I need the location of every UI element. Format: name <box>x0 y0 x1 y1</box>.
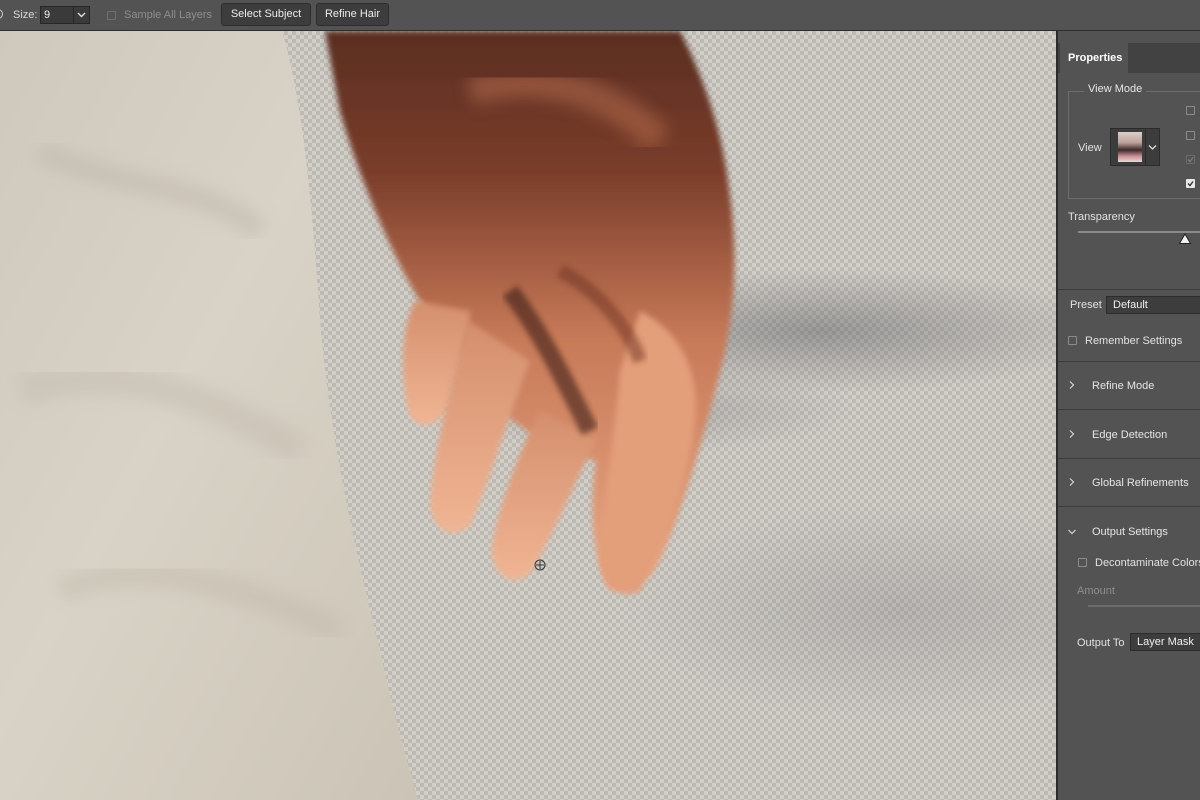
slider-handle-icon[interactable] <box>1178 233 1192 245</box>
view-label: View <box>1078 142 1102 154</box>
section-global-refinements-label: Global Refinements <box>1092 477 1189 489</box>
section-edge-detection-label: Edge Detection <box>1092 429 1168 441</box>
section-global-refinements[interactable]: Global Refinements <box>1058 474 1200 494</box>
divider <box>1058 458 1200 459</box>
view-option-checkbox-1[interactable] <box>1186 106 1195 115</box>
preset-dropdown[interactable]: Default <box>1106 296 1200 314</box>
panel-tab-strip: Properties <box>1058 43 1200 73</box>
chevron-right-icon <box>1069 430 1075 438</box>
options-bar: Size: 9 Sample All Layers Select Subject… <box>0 0 1200 31</box>
finger-3 <box>491 411 596 581</box>
view-mode-title: View Mode <box>1084 83 1147 95</box>
refine-hair-button[interactable]: Refine Hair <box>316 3 389 26</box>
crosshair-cursor-icon <box>534 559 546 571</box>
output-to-label: Output To <box>1077 637 1125 649</box>
section-output-settings-label: Output Settings <box>1092 526 1168 538</box>
chevron-down-icon[interactable] <box>1145 129 1159 165</box>
view-preview-thumbnail <box>1118 132 1142 162</box>
tab-properties[interactable]: Properties <box>1060 43 1128 73</box>
sample-all-layers-checkbox[interactable] <box>107 11 116 20</box>
brush-size-field[interactable]: 9 <box>40 6 90 24</box>
properties-panel: Properties View Mode View Transparency P… <box>1056 31 1200 800</box>
view-option-checkbox-4[interactable] <box>1186 179 1195 188</box>
section-refine-mode-label: Refine Mode <box>1092 380 1155 392</box>
document-canvas[interactable] <box>0 31 1056 800</box>
size-label: Size: <box>13 9 38 21</box>
select-subject-button[interactable]: Select Subject <box>221 3 311 26</box>
remember-settings-label: Remember Settings <box>1085 335 1183 347</box>
amount-slider[interactable] <box>1088 605 1200 607</box>
divider <box>1058 409 1200 410</box>
transparency-label: Transparency <box>1068 211 1135 223</box>
decontaminate-colors-checkbox[interactable] <box>1078 558 1087 567</box>
decontaminate-colors-label: Decontaminate Colors <box>1095 557 1200 569</box>
chevron-right-icon <box>1069 381 1075 389</box>
brush-tool-icon[interactable] <box>0 9 3 19</box>
remember-settings-checkbox[interactable] <box>1068 336 1077 345</box>
view-option-checkbox-3[interactable] <box>1186 155 1195 164</box>
view-option-checkbox-2[interactable] <box>1186 131 1195 140</box>
photo-layer <box>0 31 735 800</box>
divider <box>1058 361 1200 362</box>
section-edge-detection[interactable]: Edge Detection <box>1058 426 1200 446</box>
brush-size-value: 9 <box>44 9 51 21</box>
amount-label: Amount <box>1077 585 1115 597</box>
preset-label: Preset <box>1070 299 1102 311</box>
section-output-settings[interactable]: Output Settings <box>1058 523 1200 543</box>
chevron-down-icon <box>1068 529 1076 535</box>
divider <box>1058 506 1200 507</box>
sample-all-layers-label: Sample All Layers <box>124 9 213 21</box>
chevron-down-icon[interactable] <box>73 7 89 23</box>
chevron-right-icon <box>1069 478 1075 486</box>
section-refine-mode[interactable]: Refine Mode <box>1058 377 1200 397</box>
output-to-dropdown[interactable]: Layer Mask <box>1130 633 1200 651</box>
view-mode-picker[interactable] <box>1110 128 1160 166</box>
divider <box>1058 289 1200 290</box>
